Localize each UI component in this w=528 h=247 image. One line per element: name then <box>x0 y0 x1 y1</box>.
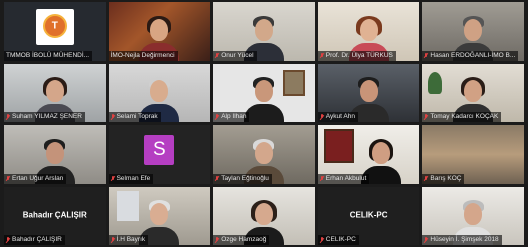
microphone-muted-icon <box>215 52 219 59</box>
wall-picture <box>323 129 354 163</box>
participant-tile[interactable]: İMO-Nejla Değirmenci <box>108 2 211 61</box>
participant-tile[interactable]: Hasan ERDOĞANLI-İMO B... <box>422 2 524 61</box>
participant-name: CELIK-PC <box>325 236 356 243</box>
participant-name: İMO-Nejla Değirmenci <box>110 51 175 59</box>
participant-name-label: Hüseyin İ. Şimşek 2018 <box>422 235 502 245</box>
participant-tile[interactable]: Bahadır ÇALIŞIR Bahadır ÇALIŞIR <box>4 186 106 245</box>
participant-name: Tomay Kadarcı KOÇAK <box>430 113 499 120</box>
microphone-muted-icon <box>424 114 428 120</box>
participant-name-label: Alp Ilhan <box>213 112 250 122</box>
participant-name: Selami Toprak <box>116 113 158 120</box>
participant-name: İ.H Bayrık <box>116 236 146 243</box>
video-gallery: T TMMOB İBOLÜ MÜHENDİ... İMO-Nejla Değir… <box>4 2 524 245</box>
participant-tile[interactable]: Tomay Kadarcı KOÇAK <box>422 63 524 122</box>
participant-name: Hasan ERDOĞANLI-İMO B... <box>430 51 516 59</box>
microphone-muted-icon <box>215 237 219 243</box>
microphone-muted-icon <box>424 52 428 59</box>
microphone-muted-icon <box>215 175 219 182</box>
participant-name-label: İ.H Bayrık <box>108 235 149 245</box>
participant-tile[interactable]: Ertan Uğur Arslan <box>4 125 106 184</box>
wall-picture <box>283 69 306 96</box>
plant-decoration <box>428 71 443 94</box>
participant-tile[interactable]: İ.H Bayrık <box>108 186 211 245</box>
participant-name-label: Suham YILMAZ ŞENER <box>4 112 85 122</box>
participant-display-name: CELIK-PC <box>349 210 388 220</box>
microphone-muted-icon <box>320 52 324 59</box>
participant-tile[interactable]: Suham YILMAZ ŞENER <box>4 63 106 122</box>
participant-name: Hüseyin İ. Şimşek 2018 <box>430 236 499 243</box>
participant-name: Erhan Akbulut <box>325 174 367 182</box>
participant-tile[interactable]: Barış KOÇ <box>422 125 524 184</box>
participant-name-label: CELIK-PC <box>317 235 359 245</box>
participant-name-label: Onur Yücel <box>213 50 257 61</box>
microphone-muted-icon <box>6 237 10 243</box>
participant-name: Bahadır ÇALIŞIR <box>12 236 62 243</box>
participant-name: Barış KOÇ <box>430 174 462 182</box>
microphone-muted-icon <box>111 175 115 182</box>
participant-tile[interactable]: Hüseyin İ. Şimşek 2018 <box>422 186 524 245</box>
participant-name: Selman Efe <box>116 174 151 182</box>
participant-name-label: Taylan Eğtinoğlu <box>213 173 272 184</box>
participant-tile[interactable]: Selami Toprak <box>108 63 211 122</box>
organization-logo: T <box>35 9 74 45</box>
participant-name-label: Ozge Hamzaoğ <box>213 235 270 245</box>
microphone-muted-icon <box>111 114 115 120</box>
logo-letter: T <box>51 20 58 32</box>
microphone-muted-icon <box>215 114 219 120</box>
participant-tile[interactable]: T TMMOB İBOLÜ MÜHENDİ... <box>4 2 106 61</box>
participant-tile[interactable]: Erhan Akbulut <box>317 125 420 184</box>
participant-name: Aykut Ahn <box>325 113 355 120</box>
participant-name: Ertan Uğur Arslan <box>12 174 64 182</box>
participant-name-label: Aykut Ahn <box>317 112 358 122</box>
participant-name-label: Selman Efe <box>108 173 154 184</box>
participant-name: Taylan Eğtinoğlu <box>221 174 269 182</box>
participant-tile[interactable]: S Selman Efe <box>108 125 211 184</box>
participant-name-label: Ertan Uğur Arslan <box>4 173 67 184</box>
participant-name: Onur Yücel <box>221 51 254 59</box>
participant-name-label: Hasan ERDOĞANLI-İMO B... <box>422 50 519 61</box>
participant-name-label: Prof. Dr. Ülya TÜRKUS <box>317 50 396 61</box>
participant-tile[interactable]: Alp Ilhan <box>213 63 315 122</box>
participant-avatar: S <box>144 135 175 166</box>
microphone-muted-icon <box>424 237 428 243</box>
participant-name: Suham YILMAZ ŞENER <box>12 113 82 120</box>
participant-tile[interactable]: Taylan Eğtinoğlu <box>213 125 315 184</box>
participant-name: TMMOB İBOLÜ MÜHENDİ... <box>6 51 90 59</box>
participant-name: Prof. Dr. Ülya TÜRKUS <box>325 51 393 59</box>
participant-tile[interactable]: Ozge Hamzaoğ <box>213 186 315 245</box>
microphone-muted-icon <box>320 237 324 243</box>
participant-name: Ozge Hamzaoğ <box>221 236 267 243</box>
microphone-muted-icon <box>320 175 324 182</box>
participant-name-label: Tomay Kadarcı KOÇAK <box>422 112 502 122</box>
microphone-muted-icon <box>424 175 428 182</box>
microphone-muted-icon <box>6 175 10 182</box>
participant-name-label: Selami Toprak <box>108 112 161 122</box>
participant-name-label: İMO-Nejla Değirmenci <box>108 50 178 61</box>
participant-name-label: Erhan Akbulut <box>317 173 370 184</box>
microphone-muted-icon <box>6 114 10 120</box>
window-background <box>116 190 139 221</box>
participant-tile[interactable]: Aykut Ahn <box>317 63 420 122</box>
participant-name-label: Barış KOÇ <box>422 173 465 184</box>
microphone-muted-icon <box>111 237 115 243</box>
participant-tile[interactable]: CELIK-PC CELIK-PC <box>317 186 420 245</box>
participant-name-label: TMMOB İBOLÜ MÜHENDİ... <box>4 50 93 61</box>
participant-name-label: Bahadır ÇALIŞIR <box>4 235 65 245</box>
participant-name: Alp Ilhan <box>221 113 247 120</box>
participant-tile-active-speaker[interactable]: Prof. Dr. Ülya TÜRKUS <box>317 2 420 61</box>
participant-tile[interactable]: Onur Yücel <box>213 2 315 61</box>
microphone-muted-icon <box>320 114 324 120</box>
participant-display-name: Bahadır ÇALIŞIR <box>22 210 87 220</box>
